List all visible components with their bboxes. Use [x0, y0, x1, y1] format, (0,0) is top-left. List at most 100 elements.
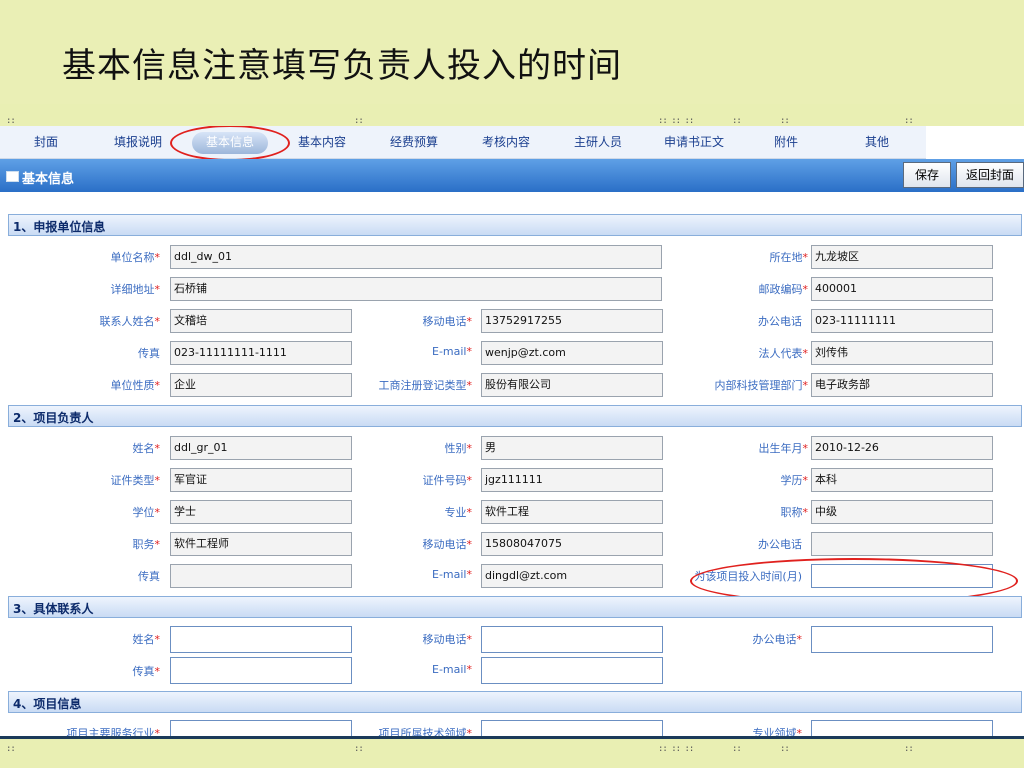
leader-fax-label: 传真 — [138, 570, 160, 583]
tab-attachments[interactable]: 附件 — [744, 126, 828, 158]
id-type-label: 证件类型* — [110, 474, 161, 487]
education-label: 学历* — [780, 474, 809, 487]
birth-label: 出生年月* — [758, 442, 809, 455]
title-label: 职称* — [780, 506, 809, 519]
tab-other[interactable]: 其他 — [828, 126, 926, 158]
unit-type-field[interactable]: 企业 — [170, 373, 352, 397]
section-title: 3、具体联系人 — [13, 602, 94, 616]
contact-person-mobile-label: 移动电话* — [422, 633, 473, 646]
mobile-label: 移动电话* — [422, 315, 473, 328]
leader-fax-field[interactable] — [170, 564, 352, 588]
gender-field[interactable]: 男 — [481, 436, 663, 460]
office-phone-label: 办公电话 — [758, 315, 802, 328]
contact-name-field[interactable]: 文稽培 — [170, 309, 352, 333]
reg-type-label: 工商注册登记类型* — [378, 379, 473, 392]
tab-cover[interactable]: 封面 — [0, 126, 92, 158]
section-applicant-unit: 1、申报单位信息 — [8, 214, 1022, 236]
tab-label: 其他 — [864, 135, 889, 149]
service-industry-field[interactable] — [170, 720, 352, 736]
unit-name-field[interactable]: ddl_dw_01 — [170, 245, 662, 269]
unit-name-label: 单位名称* — [110, 251, 161, 264]
leader-email-field[interactable]: dingdl@zt.com — [481, 564, 663, 588]
degree-label: 学位* — [132, 506, 161, 519]
section-title: 2、项目负责人 — [13, 411, 94, 425]
section-contact-person: 3、具体联系人 — [8, 596, 1022, 618]
mobile-field[interactable]: 13752917255 — [481, 309, 663, 333]
leader-office-phone-label: 办公电话 — [758, 538, 802, 551]
contact-person-office-phone-label: 办公电话* — [752, 633, 803, 646]
gender-label: 性别* — [444, 442, 473, 455]
education-field[interactable]: 本科 — [811, 468, 993, 492]
tab-label: 经费预算 — [389, 135, 438, 149]
leader-office-phone-field[interactable] — [811, 532, 993, 556]
major-field[interactable]: 软件工程 — [481, 500, 663, 524]
title-field[interactable]: 中级 — [811, 500, 993, 524]
tab-label: 考核内容 — [481, 135, 530, 149]
id-type-field[interactable]: 军官证 — [170, 468, 352, 492]
contact-name-label: 联系人姓名* — [99, 315, 161, 328]
leader-name-label: 姓名* — [132, 442, 161, 455]
tab-bar: 封面 填报说明 基本信息 基本内容 经费预算 考核内容 主研人员 申请书正文 附… — [0, 126, 926, 159]
tab-label: 基本内容 — [297, 135, 346, 149]
position-field[interactable]: 软件工程师 — [170, 532, 352, 556]
office-phone-field[interactable]: 023-11111111 — [811, 309, 993, 333]
contact-person-mobile-field[interactable] — [481, 626, 663, 653]
leader-name-field[interactable]: ddl_gr_01 — [170, 436, 352, 460]
special-field-field[interactable] — [811, 720, 993, 736]
legal-rep-field[interactable]: 刘传伟 — [811, 341, 993, 365]
tab-researchers[interactable]: 主研人员 — [552, 126, 644, 158]
tab-assessment[interactable]: 考核内容 — [460, 126, 552, 158]
tech-field-field[interactable] — [481, 720, 663, 736]
section-project-leader: 2、项目负责人 — [8, 405, 1022, 427]
id-number-field[interactable]: jgz111111 — [481, 468, 663, 492]
section-title: 4、项目信息 — [13, 697, 82, 711]
tab-label: 附件 — [773, 135, 798, 149]
email-field[interactable]: wenjp@zt.com — [481, 341, 663, 365]
leader-email-label: E-mail* — [432, 568, 472, 581]
fax-label: 传真 — [138, 347, 160, 360]
contact-person-fax-label: 传真* — [132, 665, 161, 678]
contact-person-fax-field[interactable] — [170, 657, 352, 684]
postcode-field[interactable]: 400001 — [811, 277, 993, 301]
service-industry-label: 项目主要服务行业* — [66, 727, 161, 736]
tab-label: 申请书正文 — [663, 135, 724, 149]
slide-bottom-rule — [0, 736, 1024, 739]
dotted-divider-bottom: :::::: :: :::::::: — [6, 744, 914, 754]
location-label: 所在地* — [769, 251, 809, 264]
contact-person-office-phone-field[interactable] — [811, 626, 993, 653]
fax-field[interactable]: 023-11111111-1111 — [170, 341, 352, 365]
panel-titlebar: 基本信息 — [0, 159, 1024, 192]
id-number-label: 证件号码* — [422, 474, 473, 487]
tab-label: 封面 — [33, 135, 58, 149]
slide-title: 基本信息注意填写负责人投入的时间 — [62, 46, 622, 86]
address-field[interactable]: 石桥铺 — [170, 277, 662, 301]
birth-field[interactable]: 2010-12-26 — [811, 436, 993, 460]
contact-person-name-field[interactable] — [170, 626, 352, 653]
postcode-label: 邮政编码* — [758, 283, 809, 296]
contact-person-email-field[interactable] — [481, 657, 663, 684]
form-screenshot: 封面 填报说明 基本信息 基本内容 经费预算 考核内容 主研人员 申请书正文 附… — [0, 126, 1024, 736]
back-to-cover-button[interactable]: 返回封面 — [956, 162, 1024, 188]
slide-header: 基本信息注意填写负责人投入的时间 — [0, 0, 1024, 104]
degree-field[interactable]: 学士 — [170, 500, 352, 524]
form-icon — [6, 171, 19, 182]
section-title: 1、申报单位信息 — [13, 220, 106, 234]
special-field-label: 专业领域* — [752, 727, 803, 736]
reg-type-field[interactable]: 股份有限公司 — [481, 373, 663, 397]
major-label: 专业* — [444, 506, 473, 519]
save-button[interactable]: 保存 — [903, 162, 951, 188]
tab-application-text[interactable]: 申请书正文 — [644, 126, 744, 158]
tech-dept-field[interactable]: 电子政务部 — [811, 373, 993, 397]
tech-dept-label: 内部科技管理部门* — [714, 379, 809, 392]
location-field[interactable]: 九龙坡区 — [811, 245, 993, 269]
tab-budget[interactable]: 经费预算 — [368, 126, 460, 158]
leader-mobile-field[interactable]: 15808047075 — [481, 532, 663, 556]
section-project-info: 4、项目信息 — [8, 691, 1022, 713]
unit-type-label: 单位性质* — [110, 379, 161, 392]
panel-title: 基本信息 — [22, 172, 75, 187]
tech-field-label: 项目所属技术领域* — [378, 727, 473, 736]
tab-label: 主研人员 — [573, 135, 622, 149]
email-label: E-mail* — [432, 345, 472, 358]
legal-rep-label: 法人代表* — [758, 347, 809, 360]
position-label: 职务* — [132, 538, 161, 551]
